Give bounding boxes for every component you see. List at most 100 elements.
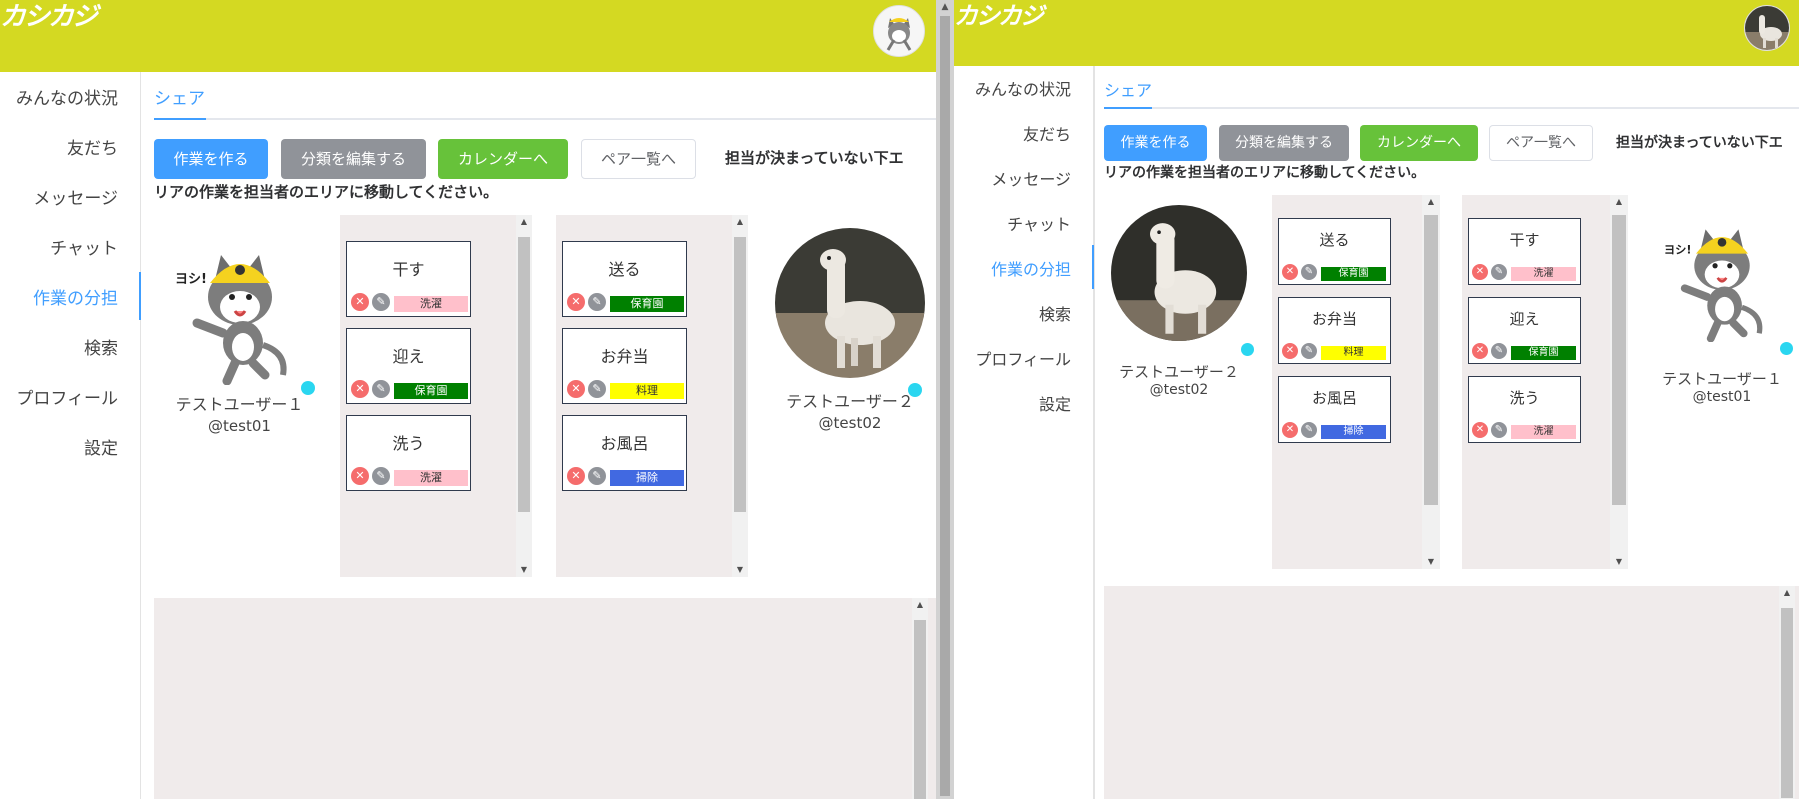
user2-task-column[interactable]: 送る ✕ ✎ 保育園 お弁当 ✕ ✎ 料理 お風呂 ✕ ✎ 掃除 ▲ ▼	[1272, 195, 1440, 569]
calendar-button[interactable]: カレンダーへ	[1360, 125, 1478, 161]
nav-item-profile[interactable]: プロフィール	[16, 384, 118, 409]
task-card[interactable]: 干す ✕ ✎ 洗濯	[1468, 218, 1581, 285]
edit-icon[interactable]: ✎	[372, 467, 390, 485]
scroll-up-icon[interactable]: ▲	[940, 0, 950, 14]
pair-list-button[interactable]: ペア一覧へ	[1489, 125, 1593, 161]
scroll-up-icon[interactable]: ▲	[1610, 197, 1628, 207]
user1-task-column[interactable]: 干す ✕ ✎ 洗濯 迎え ✕ ✎ 保育園 洗う ✕ ✎ 洗濯 ▲ ▼	[340, 215, 532, 577]
app-logo[interactable]: カシカジ	[954, 0, 1044, 31]
scroll-up-icon[interactable]: ▲	[912, 600, 928, 610]
task-card[interactable]: お風呂 ✕ ✎ 掃除	[1278, 376, 1391, 443]
task-card[interactable]: 干す ✕ ✎ 洗濯	[346, 241, 471, 317]
scroll-up-icon[interactable]: ▲	[1779, 588, 1795, 598]
column-scrollbar[interactable]: ▲ ▼	[732, 215, 748, 577]
edit-category-button[interactable]: 分類を編集する	[281, 139, 426, 179]
nav-item-profile[interactable]: プロフィール	[975, 346, 1071, 370]
create-task-button[interactable]: 作業を作る	[154, 139, 268, 179]
edit-icon[interactable]: ✎	[372, 380, 390, 398]
scroll-thumb[interactable]	[734, 237, 746, 512]
task-card[interactable]: 送る ✕ ✎ 保育園	[562, 241, 687, 317]
scroll-down-icon[interactable]: ▼	[1422, 557, 1440, 567]
nav-item-friends[interactable]: 友だち	[67, 134, 118, 159]
pair-list-button[interactable]: ペア一覧へ	[581, 139, 696, 179]
scroll-up-icon[interactable]: ▲	[732, 217, 748, 227]
nav-item-chat[interactable]: チャット	[50, 234, 118, 259]
nav-item-status[interactable]: みんなの状況	[16, 84, 118, 109]
delete-icon[interactable]: ✕	[567, 380, 585, 398]
task-card[interactable]: 送る ✕ ✎ 保育園	[1278, 218, 1391, 285]
delete-icon[interactable]: ✕	[567, 467, 585, 485]
edit-icon[interactable]: ✎	[588, 380, 606, 398]
delete-icon[interactable]: ✕	[1282, 343, 1298, 359]
nav-item-messages[interactable]: メッセージ	[33, 184, 118, 209]
edit-icon[interactable]: ✎	[372, 293, 390, 311]
nav-item-chat[interactable]: チャット	[1007, 211, 1071, 235]
edit-icon[interactable]: ✎	[1491, 343, 1507, 359]
task-card[interactable]: 迎え ✕ ✎ 保育園	[346, 328, 471, 404]
nav-item-friends[interactable]: 友だち	[1023, 121, 1071, 145]
column-scrollbar[interactable]: ▲ ▼	[1422, 195, 1440, 569]
scroll-thumb[interactable]	[1424, 215, 1438, 505]
scroll-thumb[interactable]	[940, 16, 950, 796]
delete-icon[interactable]: ✕	[351, 380, 369, 398]
tab-share[interactable]: シェア	[154, 84, 205, 109]
user1-handle: @test01	[1692, 389, 1752, 405]
task-card[interactable]: お弁当 ✕ ✎ 料理	[562, 328, 687, 404]
nav-item-task-share[interactable]: 作業の分担	[991, 256, 1071, 280]
edit-icon[interactable]: ✎	[588, 467, 606, 485]
unassigned-scrollbar[interactable]: ▲	[912, 598, 928, 799]
nav-item-search[interactable]: 検索	[84, 334, 118, 359]
scroll-thumb[interactable]	[1612, 215, 1626, 505]
instruction-line2: リアの作業を担当者のエリアに移動してください。	[1104, 165, 1426, 181]
scroll-thumb[interactable]	[914, 620, 926, 799]
edit-icon[interactable]: ✎	[1491, 422, 1507, 438]
scroll-thumb[interactable]	[1781, 608, 1793, 798]
unassigned-task-area[interactable]: ▲	[154, 598, 936, 799]
column-scrollbar[interactable]: ▲ ▼	[1610, 195, 1628, 569]
nav-item-settings[interactable]: 設定	[1039, 391, 1071, 415]
delete-icon[interactable]: ✕	[1282, 264, 1298, 280]
scroll-down-icon[interactable]: ▼	[516, 565, 532, 575]
task-card[interactable]: 迎え ✕ ✎ 保育園	[1468, 297, 1581, 364]
task-card[interactable]: 洗う ✕ ✎ 洗濯	[1468, 376, 1581, 443]
app-logo[interactable]: カシカジ	[0, 0, 98, 33]
delete-icon[interactable]: ✕	[351, 293, 369, 311]
scroll-down-icon[interactable]: ▼	[732, 565, 748, 575]
tab-share[interactable]: シェア	[1104, 77, 1152, 101]
calendar-button[interactable]: カレンダーへ	[438, 139, 568, 179]
edit-icon[interactable]: ✎	[588, 293, 606, 311]
task-card[interactable]: お弁当 ✕ ✎ 料理	[1278, 297, 1391, 364]
user1-task-column[interactable]: 干す ✕ ✎ 洗濯 迎え ✕ ✎ 保育園 洗う ✕ ✎ 洗濯 ▲ ▼	[1462, 195, 1628, 569]
nav-item-settings[interactable]: 設定	[84, 434, 118, 459]
header-avatar[interactable]	[873, 5, 925, 57]
nav-item-search[interactable]: 検索	[1039, 301, 1071, 325]
nav-item-status[interactable]: みんなの状況	[975, 76, 1071, 100]
task-card[interactable]: 洗う ✕ ✎ 洗濯	[346, 415, 471, 491]
task-card[interactable]: お風呂 ✕ ✎ 掃除	[562, 415, 687, 491]
nav-item-task-share[interactable]: 作業の分担	[33, 284, 118, 309]
nav-item-messages[interactable]: メッセージ	[991, 166, 1071, 190]
edit-category-button[interactable]: 分類を編集する	[1219, 125, 1349, 161]
scroll-up-icon[interactable]: ▲	[1422, 197, 1440, 207]
edit-icon[interactable]: ✎	[1491, 264, 1507, 280]
delete-icon[interactable]: ✕	[351, 467, 369, 485]
header-avatar[interactable]	[1744, 5, 1790, 51]
window-divider-scrollbar[interactable]: ▲	[936, 0, 954, 799]
create-task-button[interactable]: 作業を作る	[1104, 125, 1207, 161]
edit-icon[interactable]: ✎	[1301, 343, 1317, 359]
delete-icon[interactable]: ✕	[1282, 422, 1298, 438]
delete-icon[interactable]: ✕	[1472, 343, 1488, 359]
column-scrollbar[interactable]: ▲ ▼	[516, 215, 532, 577]
unassigned-task-area[interactable]: ▲	[1104, 586, 1799, 799]
delete-icon[interactable]: ✕	[1472, 422, 1488, 438]
scroll-down-icon[interactable]: ▼	[1610, 557, 1628, 567]
scroll-up-icon[interactable]: ▲	[516, 217, 532, 227]
unassigned-scrollbar[interactable]: ▲	[1779, 586, 1795, 799]
edit-icon[interactable]: ✎	[1301, 264, 1317, 280]
edit-icon[interactable]: ✎	[1301, 422, 1317, 438]
user2-task-column[interactable]: 送る ✕ ✎ 保育園 お弁当 ✕ ✎ 料理 お風呂 ✕ ✎ 掃除 ▲ ▼	[556, 215, 748, 577]
delete-icon[interactable]: ✕	[567, 293, 585, 311]
scroll-thumb[interactable]	[518, 237, 530, 512]
instruction-line2: リアの作業を担当者のエリアに移動してください。	[154, 183, 499, 201]
delete-icon[interactable]: ✕	[1472, 264, 1488, 280]
